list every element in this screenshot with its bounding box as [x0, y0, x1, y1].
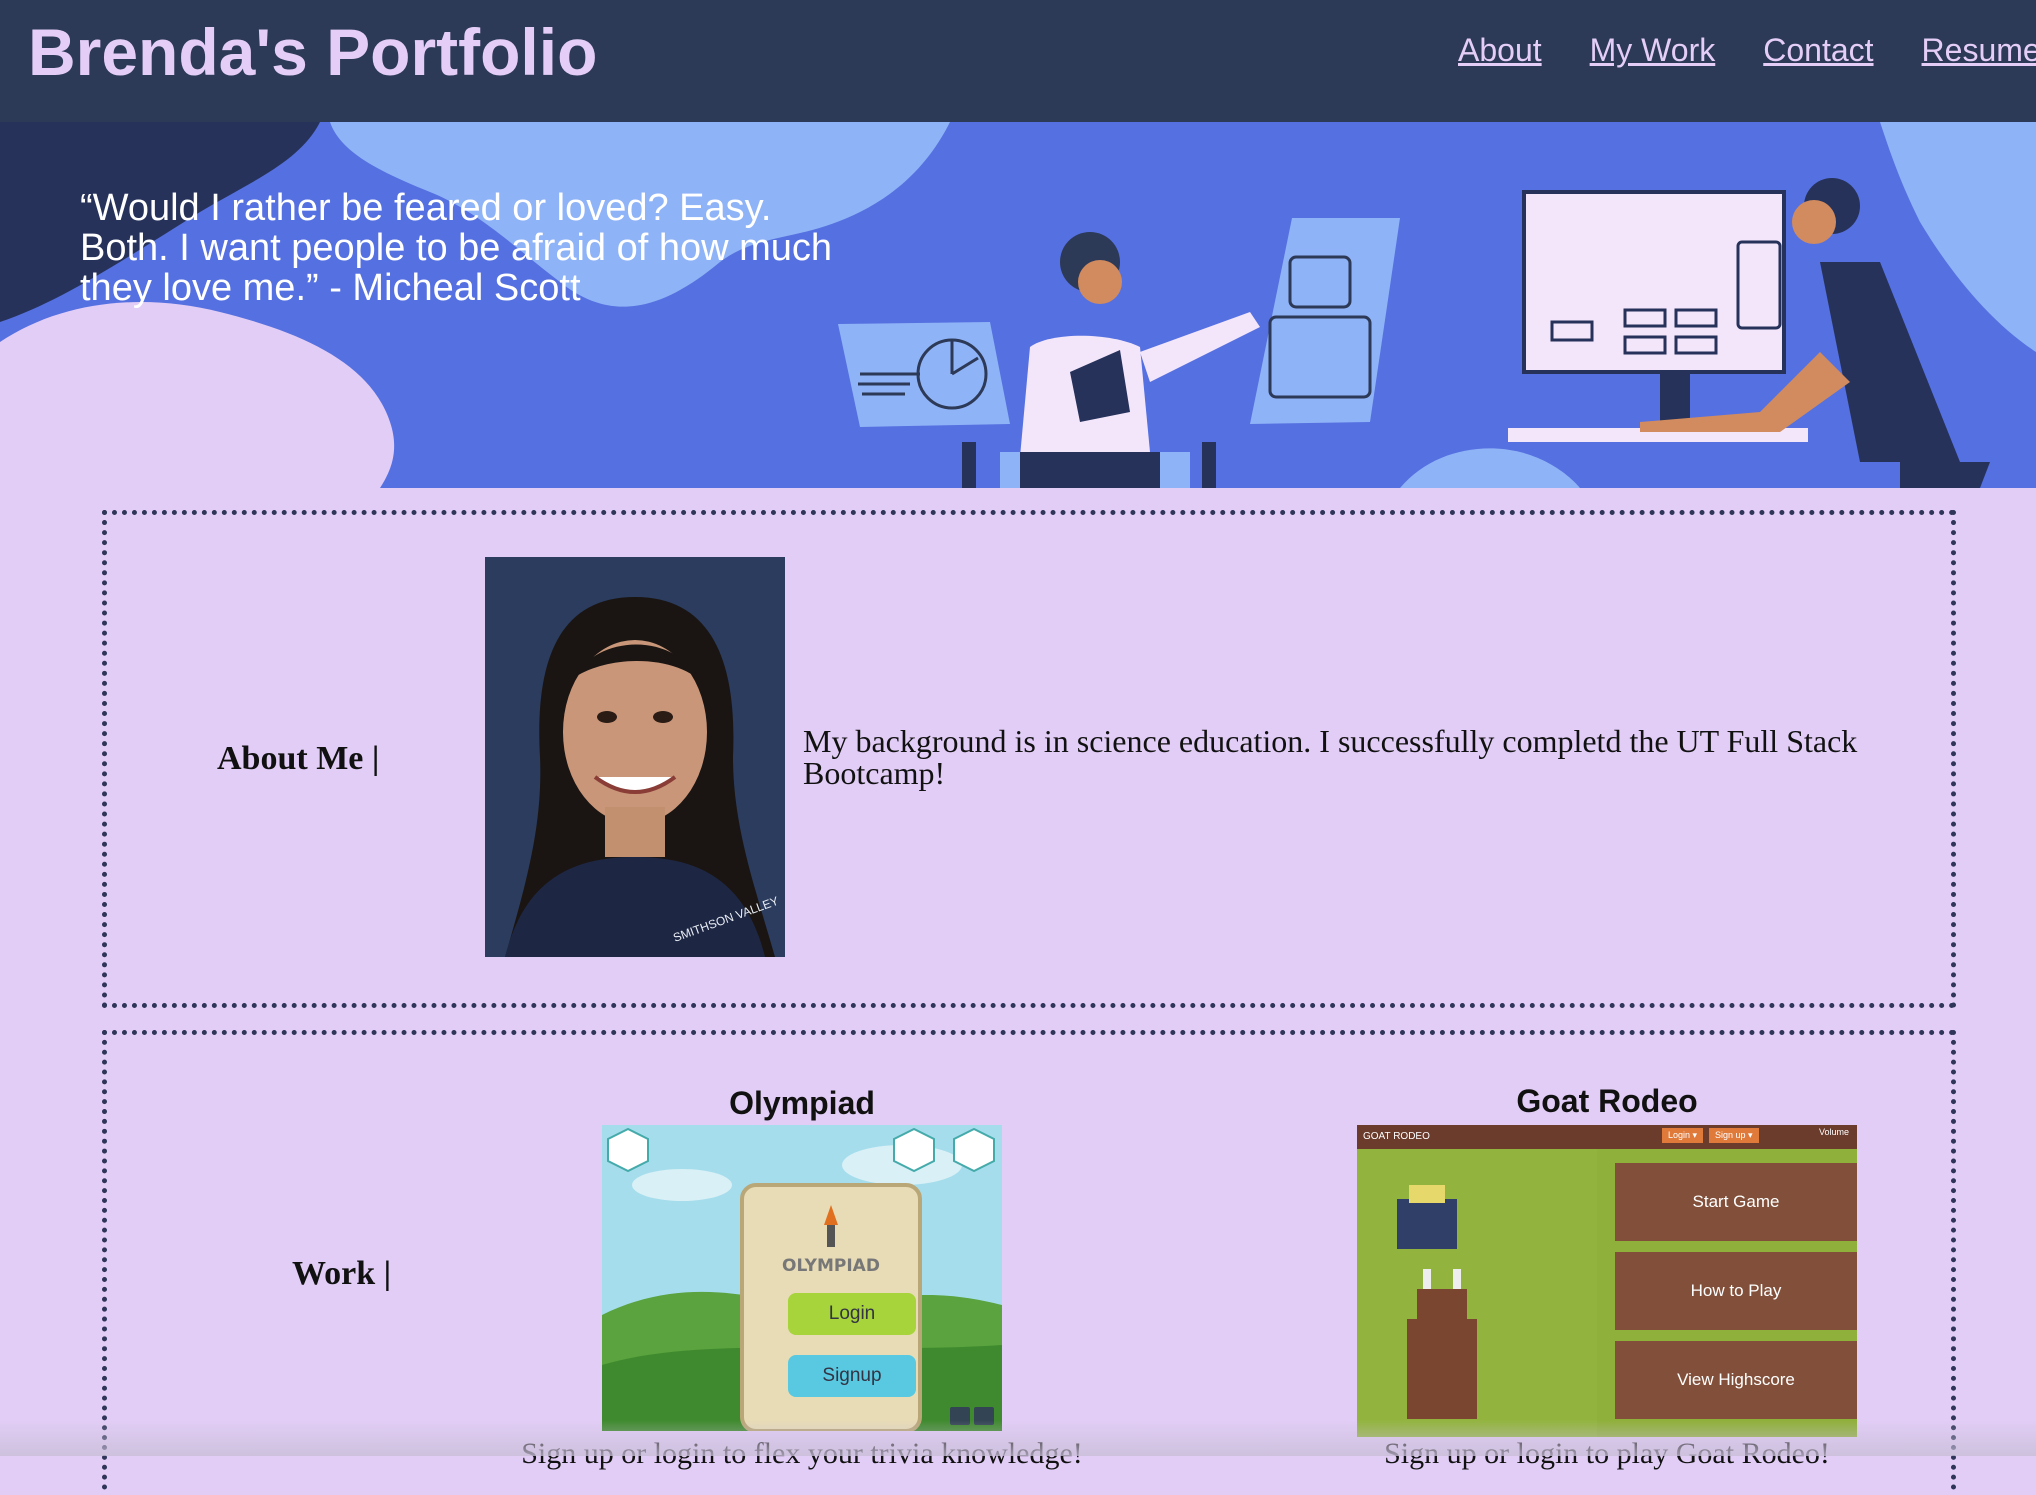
view-highscore-button[interactable]: View Highscore: [1615, 1341, 1857, 1419]
nav-link-about[interactable]: About: [1458, 32, 1542, 68]
game-bar-title: GOAT RODEO: [1363, 1131, 1430, 1142]
olympiad-login-button[interactable]: Login: [788, 1293, 916, 1335]
start-game-button[interactable]: Start Game: [1615, 1163, 1857, 1241]
work-heading: Work |: [292, 1255, 392, 1292]
project-title: Goat Rodeo: [1516, 1083, 1698, 1119]
about-heading: About Me |: [217, 740, 380, 777]
goat-sprites: [1357, 1149, 1597, 1437]
hero-banner: “Would I rather be feared or loved? Easy…: [0, 122, 2036, 488]
hero-quote: “Would I rather be feared or loved? Easy…: [80, 187, 833, 309]
game-top-bar: GOAT RODEO Login ▾ Sign up ▾ Volume: [1357, 1125, 1857, 1149]
game-bar-signup[interactable]: Sign up ▾: [1709, 1128, 1759, 1143]
project-screenshot[interactable]: OLYMPIAD Login Signup: [602, 1125, 1002, 1431]
site-header: Brenda's Portfolio About My Work Contact…: [0, 0, 2036, 122]
how-to-play-button[interactable]: How to Play: [1615, 1252, 1857, 1330]
game-bar-login[interactable]: Login ▾: [1662, 1128, 1704, 1143]
bottom-shade: [0, 1420, 2036, 1456]
main-nav: About My Work Contact Resume: [1458, 32, 2036, 69]
svg-text:OLYMPIAD: OLYMPIAD: [782, 1256, 880, 1276]
nav-link-contact[interactable]: Contact: [1763, 32, 1873, 68]
nav-link-resume[interactable]: Resume: [1922, 32, 2036, 68]
about-bio: My background is in science education. I…: [803, 723, 1858, 791]
profile-photo: SMITHSON VALLEY: [485, 557, 785, 957]
about-section: About Me | SMITHSON VALLEY My background…: [102, 510, 1956, 1008]
project-title: Olympiad: [729, 1085, 875, 1121]
nav-link-my-work[interactable]: My Work: [1590, 32, 1716, 68]
project-screenshot[interactable]: GOAT RODEO Login ▾ Sign up ▾ Volume Star…: [1357, 1125, 1857, 1437]
volume-label: Volume: [1819, 1127, 1850, 1137]
site-title: Brenda's Portfolio: [28, 15, 598, 89]
olympiad-signup-button[interactable]: Signup: [788, 1355, 916, 1397]
